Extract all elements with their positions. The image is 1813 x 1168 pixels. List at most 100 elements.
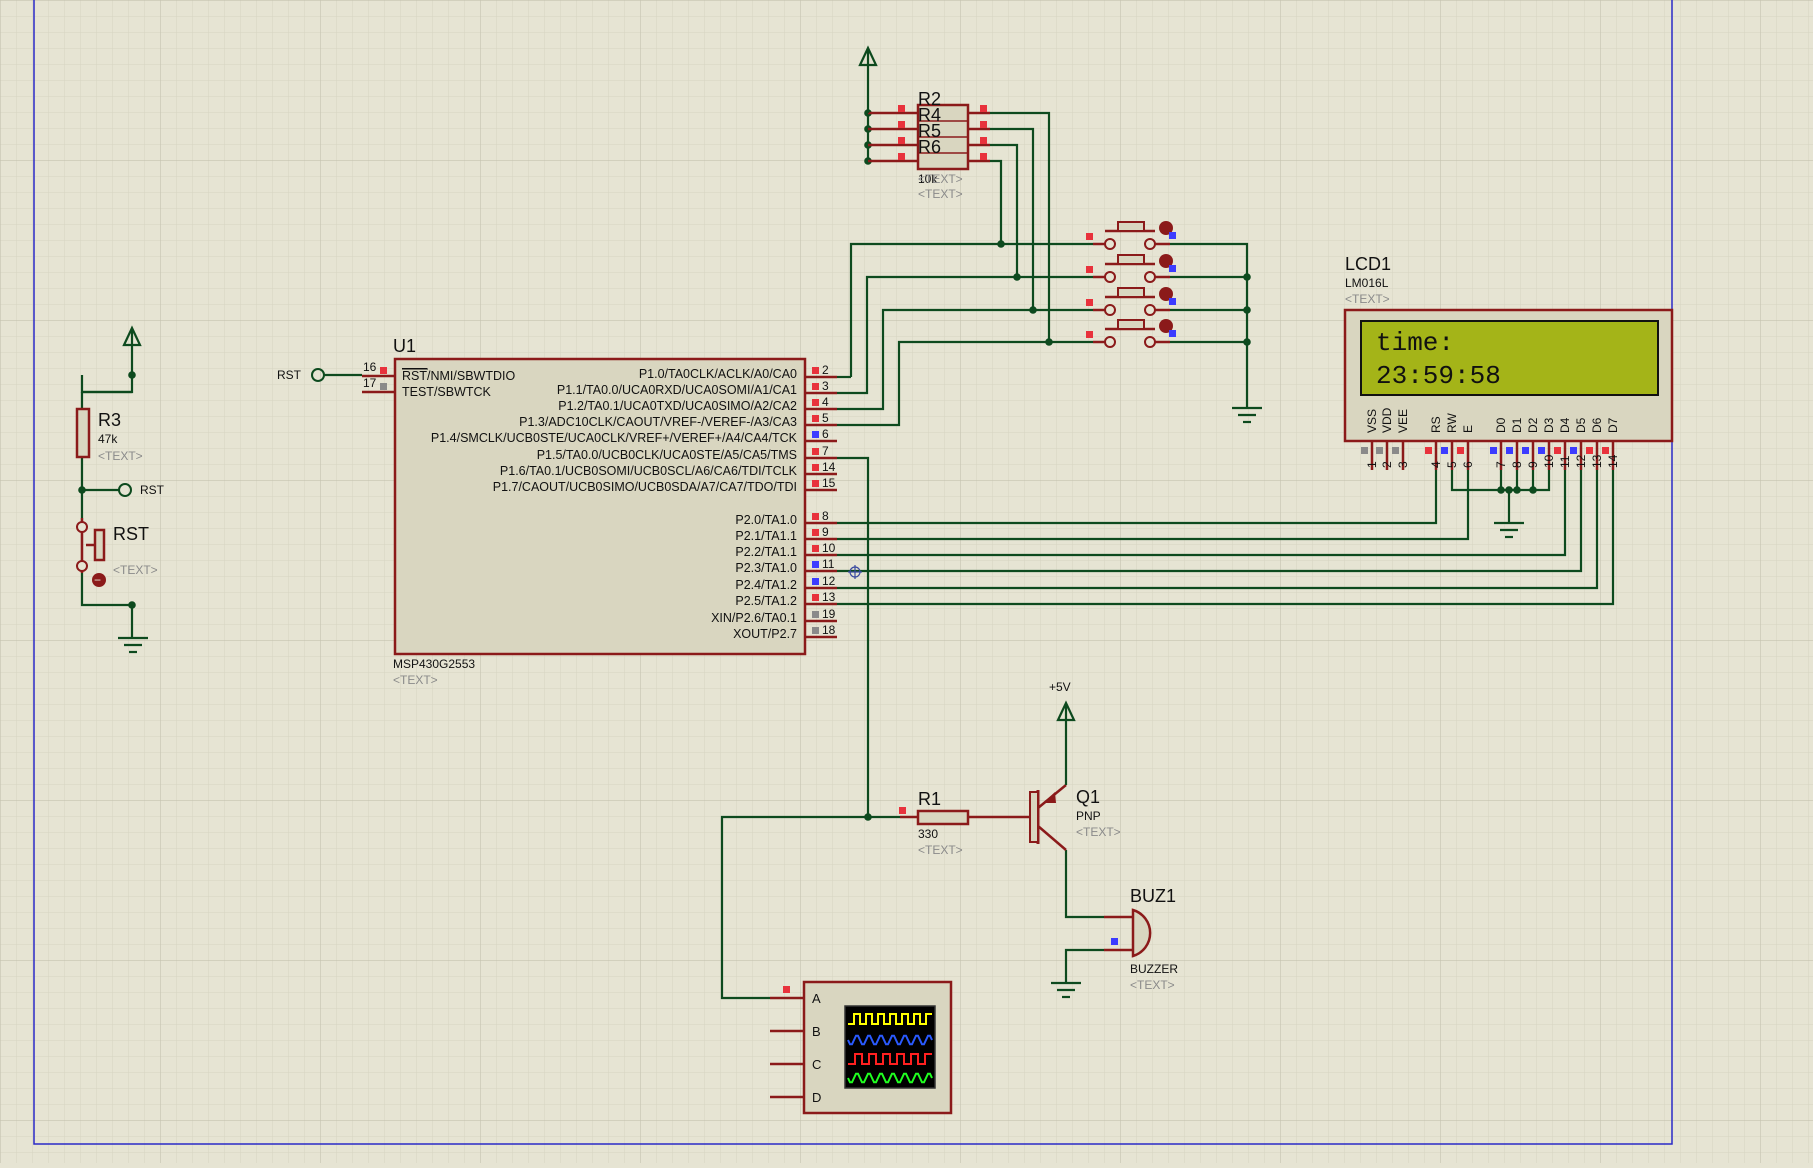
r1-text: <TEXT>	[918, 843, 963, 857]
mcu-pin-num: 12	[822, 574, 836, 588]
button-cap	[1117, 221, 1145, 232]
mcu-pin-marker	[812, 611, 819, 618]
junction-dot	[1243, 306, 1251, 314]
lcd-pin-marker	[1554, 447, 1561, 454]
resistor-array-pin-marker	[898, 105, 905, 112]
lcd-pin-num: 3	[1396, 461, 1410, 468]
button-contact-right	[1144, 271, 1156, 283]
mcu-pin-num: 9	[822, 525, 829, 539]
junction-dot	[1529, 486, 1537, 494]
button-pin-marker	[1086, 233, 1093, 240]
mcu-pin-name: XIN/P2.6/TA0.1	[711, 611, 797, 625]
mcu-pin-name: P2.0/TA1.0	[735, 513, 797, 527]
r3-ref: R3	[98, 410, 121, 430]
lcd-pin-num: 1	[1365, 461, 1379, 468]
mcu-pin-num: 11	[822, 557, 835, 571]
button-contact-right	[1144, 238, 1156, 250]
mcu-pin-num: 6	[822, 427, 829, 441]
mcu-pin-marker	[380, 383, 387, 390]
resistor-array-pin-marker	[980, 105, 987, 112]
pin-name-overline: RST	[402, 369, 427, 383]
mcu-pin-num: 14	[822, 460, 836, 474]
mcu-pin-name: P2.5/TA1.2	[735, 594, 797, 608]
lcd-pin-num: 2	[1380, 461, 1394, 468]
resistor-array-pin-marker	[898, 137, 905, 144]
resistor-array-pin-marker	[898, 121, 905, 128]
q1-text: <TEXT>	[1076, 825, 1121, 839]
mcu-pin-num: 2	[822, 363, 829, 377]
r3-text: <TEXT>	[98, 449, 143, 463]
rst-terminal-left-label: RST	[140, 483, 165, 497]
rst-button-ref: RST	[113, 524, 149, 544]
r1-value: 330	[918, 827, 938, 841]
mcu-pin-name: P2.2/TA1.1	[735, 545, 797, 559]
lcd-pin-marker	[1602, 447, 1609, 454]
buzzer-text: <TEXT>	[1130, 978, 1175, 992]
mcu-text: <TEXT>	[393, 673, 438, 687]
lcd-pin-num: 13	[1590, 454, 1604, 468]
rst-terminal-mcu-label: RST	[277, 368, 302, 382]
mcu-pin-name: TEST/SBWTCK	[402, 385, 492, 399]
lcd-pin-name: VEE	[1396, 409, 1410, 433]
junction-dot	[1513, 486, 1521, 494]
mcu-pin-marker	[812, 399, 819, 406]
schematic-canvas[interactable]: U1 MSP430G2553 <TEXT> 2 P1.0/TA0CLK/ACLK/…	[0, 0, 1813, 1163]
mcu-pin-num: 7	[822, 444, 829, 458]
scope-trace-a	[848, 1013, 932, 1025]
mcu-pin-name: P1.4/SMCLK/UCB0STE/UCA0CLK/VREF+/VEREF+/…	[431, 431, 798, 445]
mcu-pin-marker	[812, 415, 819, 422]
button-cap	[1117, 319, 1145, 330]
scope-channel-label: D	[812, 1090, 821, 1105]
rst-button-bottom-contact	[76, 560, 88, 572]
mcu-pin-num: 8	[822, 509, 829, 523]
junction-dot	[1497, 486, 1505, 494]
lcd-pin-marker	[1457, 447, 1464, 454]
lcd-pin-marker	[1538, 447, 1545, 454]
button-contact-right	[1144, 336, 1156, 348]
junction-dot	[1243, 338, 1251, 346]
button-cap	[1117, 287, 1145, 298]
scope-channel-label: B	[812, 1024, 821, 1039]
junction-dot	[1013, 273, 1021, 281]
mcu-pin-marker	[812, 448, 819, 455]
lcd-pin-marker	[1490, 447, 1497, 454]
lcd-pin-name: D5	[1574, 417, 1588, 433]
r1-ref: R1	[918, 789, 941, 809]
rst-button-text: <TEXT>	[113, 563, 158, 577]
button-pin-marker	[1169, 232, 1176, 239]
lcd-pin-name: D2	[1526, 417, 1540, 433]
mcu-pin-name: P1.2/TA0.1/UCA0TXD/UCA0SIMO/A2/CA2	[558, 399, 797, 413]
lcd-pin-num: 6	[1461, 461, 1475, 468]
lcd-pin-marker	[1376, 447, 1383, 454]
resistor-ref: R6	[918, 137, 941, 157]
mcu-u1[interactable]: U1 MSP430G2553 <TEXT> 2 P1.0/TA0CLK/ACLK/…	[362, 336, 837, 687]
resistor-array-pin-marker	[980, 121, 987, 128]
lcd-pin-name: D6	[1590, 417, 1604, 433]
resistor-array-text: <TEXT>	[918, 172, 963, 186]
mcu-pin-num: 13	[822, 590, 836, 604]
pin-name-rest: /NMI/SBWTDIO	[427, 369, 515, 383]
button-contact-left	[1104, 336, 1116, 348]
junction-dot	[1045, 338, 1053, 346]
mcu-pin-name: P1.1/TA0.0/UCA0RXD/UCA0SOMI/A1/CA1	[557, 383, 797, 397]
mcu-part: MSP430G2553	[393, 657, 475, 671]
mcu-pin-num: 5	[822, 411, 829, 425]
lcd-pin-name: D3	[1542, 417, 1556, 433]
r3-value: 47k	[98, 432, 118, 446]
lcd-pin-num: 14	[1606, 454, 1620, 468]
mcu-pin-marker	[812, 383, 819, 390]
junction-dot	[864, 813, 872, 821]
mcu-pin-name: P1.6/TA0.1/UCB0SOMI/UCB0SCL/A6/CA6/TDI/T…	[500, 464, 798, 478]
lcd-text: <TEXT>	[1345, 292, 1390, 306]
lcd-pin-name: VSS	[1365, 409, 1379, 433]
q1-type: PNP	[1076, 809, 1101, 823]
mcu-pin-marker	[812, 480, 819, 487]
mcu-pin-num: 16	[363, 360, 377, 374]
lcd-pin-num: 8	[1510, 461, 1524, 468]
lcd-pin-name: D1	[1510, 417, 1524, 433]
mcu-pin-name: P2.1/TA1.1	[735, 529, 797, 543]
button-contact-left	[1104, 238, 1116, 250]
r3-body	[75, 407, 91, 459]
button-pin-marker	[1169, 298, 1176, 305]
lcd-pin-name: RS	[1429, 416, 1443, 433]
